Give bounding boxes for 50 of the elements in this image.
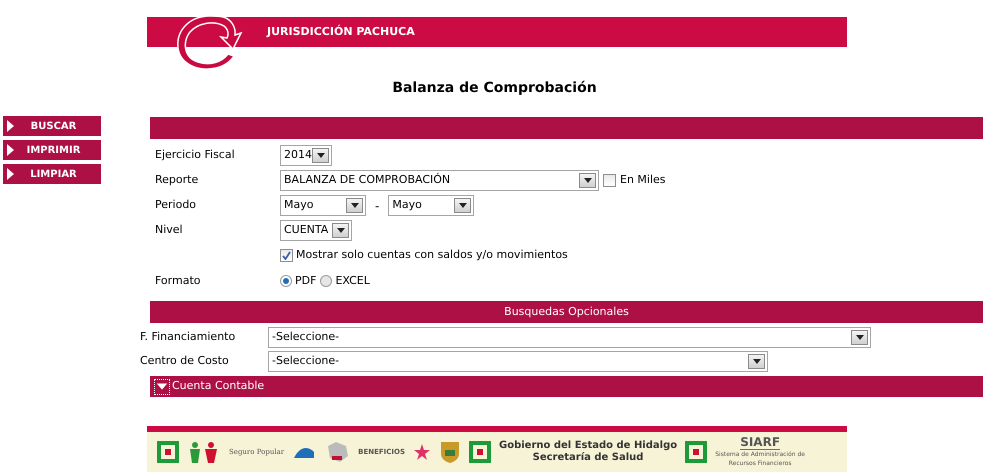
caret-icon — [579, 173, 596, 188]
emblem-icon — [685, 441, 708, 463]
page-title: Balanza de Comprobación — [391, 79, 598, 98]
emblem-icon — [157, 441, 179, 463]
emblem-icon — [469, 441, 491, 463]
field-label: F. Financiamiento — [140, 328, 236, 345]
arrow-icon — [6, 119, 16, 133]
caret-icon — [332, 223, 349, 238]
select-field[interactable]: Mayo — [388, 195, 474, 216]
shield-icon — [439, 440, 461, 464]
field-label: Formato — [155, 272, 202, 289]
select-field[interactable]: -Seleccione- — [268, 350, 768, 372]
caret-icon — [851, 330, 868, 344]
checkbox-label: Mostrar solo cuentas con saldos y/o movimientos — [296, 247, 568, 264]
select-field[interactable]: CUENTA — [280, 220, 352, 241]
caret-icon — [312, 148, 329, 163]
arrow-icon — [6, 167, 16, 181]
radio-label: EXCEL — [335, 272, 370, 289]
select-field[interactable]: Mayo — [280, 195, 366, 216]
logo-text: SIARF — [740, 436, 780, 450]
logo-text: Gobierno del Estado de Hidalgo — [499, 440, 678, 452]
toggle-icon — [154, 378, 170, 394]
checkbox[interactable] — [280, 249, 293, 262]
action-button[interactable]: IMPRIMIR — [3, 140, 101, 160]
action-button[interactable]: BUSCAR — [3, 116, 101, 136]
field-label: Nivel — [155, 222, 184, 238]
select-field[interactable]: -Seleccione- — [268, 326, 871, 348]
radio-button[interactable] — [280, 275, 292, 287]
checkbox[interactable] — [603, 174, 616, 187]
checkbox-label: En Miles — [620, 172, 666, 188]
caret-icon — [346, 198, 363, 213]
section-title: Busquedas Opcionales — [504, 304, 629, 320]
select-field[interactable]: 2014 — [280, 145, 332, 166]
collapsible-bar[interactable]: Cuenta Contable — [150, 376, 983, 397]
range-separator: - — [375, 198, 380, 214]
action-button[interactable]: LIMPIAR — [3, 164, 101, 184]
caret-icon — [748, 354, 765, 368]
select-field[interactable]: BALANZA DE COMPROBACIÓN — [280, 170, 599, 191]
field-label: Periodo — [155, 197, 198, 214]
field-label: Ejercicio Fiscal — [155, 147, 236, 164]
header-title: JURISDICCIÓN PACHUCA — [267, 24, 415, 40]
logo-text: Secretaría de Salud — [532, 452, 644, 464]
radio-button[interactable] — [320, 275, 332, 287]
field-label: Reporte — [155, 172, 200, 188]
radio-label: PDF — [295, 272, 316, 289]
field-label: Centro de Costo — [140, 352, 230, 369]
arrow-icon — [6, 143, 16, 157]
collapsible-label: Cuenta Contable — [172, 378, 264, 394]
star-icon — [413, 443, 431, 461]
caret-icon — [454, 198, 472, 213]
